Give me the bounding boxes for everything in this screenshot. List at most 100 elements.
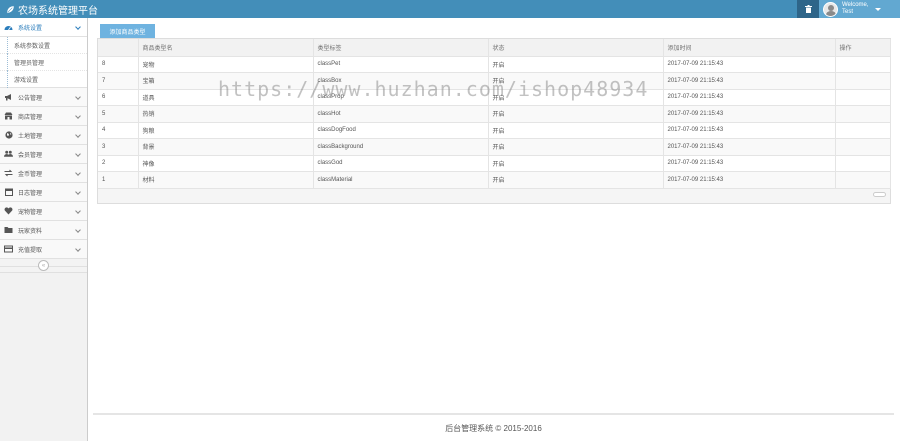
footer: 后台管理系统 © 2015-2016 — [93, 413, 894, 441]
cell-status: 开启 — [488, 171, 664, 189]
dashboard-icon — [4, 23, 13, 32]
cell-time: 2017-07-09 21:15:43 — [663, 105, 836, 123]
cell-time: 2017-07-09 21:15:43 — [663, 171, 836, 189]
calendar-icon — [4, 188, 13, 197]
cell-id: 4 — [98, 122, 139, 139]
sidebar-subitem-label: 管理员管理 — [14, 60, 45, 67]
column-header-actions: 操作 — [835, 39, 891, 57]
sidebar-collapse-bar: « — [0, 259, 87, 273]
cell-time: 2017-07-09 21:15:43 — [663, 122, 836, 139]
sidebar-item-label: 商店管理 — [18, 114, 43, 121]
product-type-table-container: 商品类型名 类型标签 状态 添加时间 操作 8 宠物 classPet 开启 2… — [97, 38, 891, 204]
cell-status: 开启 — [488, 72, 664, 90]
cell-actions — [835, 72, 891, 90]
cell-id: 5 — [98, 105, 139, 123]
chevron-down-icon — [75, 151, 81, 157]
sidebar-item-coins[interactable]: 金币管理 — [0, 164, 87, 183]
sidebar-item-store[interactable]: 商店管理 — [0, 107, 87, 126]
sidebar-item-label: 系统设置 — [18, 25, 43, 32]
cell-status: 开启 — [488, 138, 664, 156]
chevron-down-icon — [75, 132, 81, 138]
cell-tag: classBackground — [313, 138, 489, 156]
cell-name: 宝箱 — [138, 72, 314, 90]
sidebar-item-logs[interactable]: 日志管理 — [0, 183, 87, 202]
cell-name: 狗粮 — [138, 122, 314, 139]
sidebar-subitem-label: 游戏设置 — [14, 77, 39, 84]
sidebar-item-label: 会员管理 — [18, 152, 43, 159]
cell-actions — [835, 155, 891, 172]
sidebar-item-label: 充值提取 — [18, 247, 43, 254]
cell-name: 道具 — [138, 89, 314, 106]
cell-tag: classGod — [313, 155, 489, 172]
column-header-status: 状态 — [488, 39, 664, 57]
cell-name: 背景 — [138, 138, 314, 156]
brand[interactable]: 农场系统管理平台 — [6, 2, 98, 17]
column-header-time: 添加时间 — [663, 39, 836, 57]
table-row: 2 神像 classGod 开启 2017-07-09 21:15:43 — [98, 155, 891, 172]
heart-icon — [4, 207, 13, 216]
cell-name: 宠物 — [138, 56, 314, 73]
folder-icon — [4, 226, 13, 235]
user-menu[interactable]: Welcome, Test — [819, 0, 900, 18]
sidebar-item-label: 金币管理 — [18, 171, 43, 178]
avatar — [823, 1, 838, 17]
table-row: 6 道具 classProp 开启 2017-07-09 21:15:43 — [98, 89, 891, 106]
cell-name: 材料 — [138, 171, 314, 189]
column-header-name: 商品类型名 — [138, 39, 314, 57]
cell-tag: classHot — [313, 105, 489, 123]
sidebar-subitem-label: 系统参数设置 — [14, 43, 51, 50]
cell-id: 3 — [98, 138, 139, 156]
sidebar-item-pets[interactable]: 宠物管理 — [0, 202, 87, 221]
column-header-tag: 类型标签 — [313, 39, 489, 57]
cell-actions — [835, 122, 891, 139]
cell-time: 2017-07-09 21:15:43 — [663, 138, 836, 156]
sidebar-subitem-admin-manage[interactable]: 管理员管理 — [0, 54, 87, 71]
table-header-row: 商品类型名 类型标签 状态 添加时间 操作 — [98, 39, 891, 57]
cell-actions — [835, 56, 891, 73]
trash-button[interactable] — [797, 0, 819, 18]
top-navbar: 农场系统管理平台 Welcome, Test — [0, 0, 900, 18]
cell-actions — [835, 138, 891, 156]
footer-copyright: 后台管理系统 © 2015-2016 — [445, 423, 542, 433]
sidebar-item-label: 日志管理 — [18, 190, 43, 197]
sidebar-item-members[interactable]: 会员管理 — [0, 145, 87, 164]
sidebar-subitem-system-params[interactable]: 系统参数设置 — [0, 37, 87, 54]
table-row: 7 宝箱 classBox 开启 2017-07-09 21:15:43 — [98, 72, 891, 90]
caret-down-icon — [874, 7, 881, 11]
add-product-type-button[interactable]: 添加商品类型 — [100, 24, 155, 38]
sidebar-item-player-data[interactable]: 玩家资料 — [0, 221, 87, 240]
table-row: 3 背景 classBackground 开启 2017-07-09 21:15… — [98, 138, 891, 156]
sidebar-item-announcements[interactable]: 公告管理 — [0, 88, 87, 107]
cell-time: 2017-07-09 21:15:43 — [663, 56, 836, 73]
users-icon — [4, 150, 13, 159]
sidebar-item-label: 公告管理 — [18, 95, 43, 102]
sidebar-item-land[interactable]: 土地管理 — [0, 126, 87, 145]
cell-status: 开启 — [488, 89, 664, 106]
cell-name: 热销 — [138, 105, 314, 123]
table-row: 8 宠物 classPet 开启 2017-07-09 21:15:43 — [98, 56, 891, 73]
pagination-control[interactable] — [873, 192, 886, 197]
sidebar-item-system-settings[interactable]: 系统设置 — [0, 18, 87, 37]
cell-id: 7 — [98, 72, 139, 90]
sidebar-item-recharge[interactable]: 充值提取 — [0, 240, 87, 259]
table-row: 4 狗粮 classDogFood 开启 2017-07-09 21:15:43 — [98, 122, 891, 139]
cell-id: 2 — [98, 155, 139, 172]
table-row: 5 热销 classHot 开启 2017-07-09 21:15:43 — [98, 105, 891, 123]
cell-status: 开启 — [488, 105, 664, 123]
sidebar-collapse-button[interactable]: « — [38, 260, 49, 271]
chevron-down-icon — [75, 208, 81, 214]
sidebar-subitem-game-settings[interactable]: 游戏设置 — [0, 71, 87, 88]
exchange-icon — [4, 169, 13, 178]
cell-id: 1 — [98, 171, 139, 189]
app-title: 农场系统管理平台 — [18, 5, 98, 17]
sidebar-item-label: 宠物管理 — [18, 209, 43, 216]
globe-icon — [4, 131, 13, 140]
cell-name: 神像 — [138, 155, 314, 172]
cell-tag: classPet — [313, 56, 489, 73]
cell-status: 开启 — [488, 56, 664, 73]
chevron-down-icon — [75, 189, 81, 195]
chevron-down-icon — [75, 113, 81, 119]
cell-tag: classProp — [313, 89, 489, 106]
chevron-down-icon — [75, 94, 81, 100]
sidebar: 系统设置 系统参数设置 管理员管理 游戏设置 公告管理 商店管理 土地管理 会员… — [0, 18, 88, 441]
